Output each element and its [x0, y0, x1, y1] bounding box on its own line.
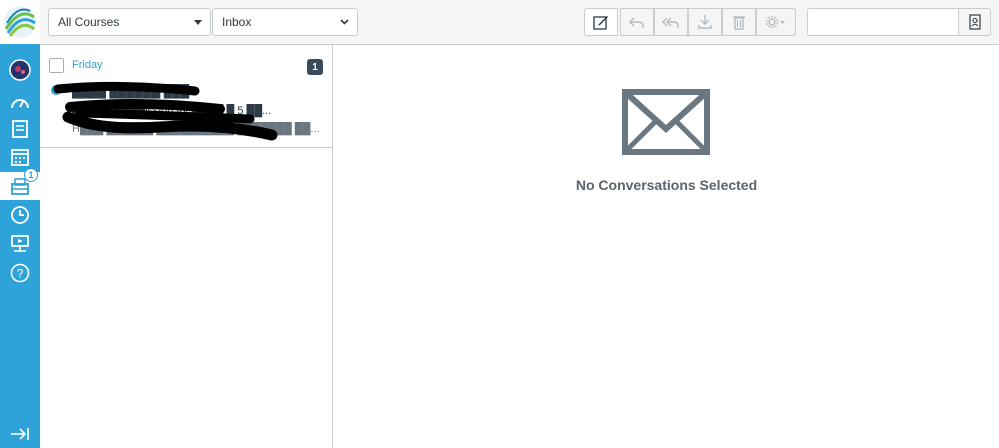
compose-button[interactable]	[584, 8, 618, 36]
history-icon[interactable]	[0, 201, 40, 229]
archive-button[interactable]	[688, 8, 722, 36]
help-icon[interactable]: ?	[0, 259, 40, 287]
inbox-toolbar: All Courses Inbox	[40, 0, 999, 45]
compose-icon	[593, 16, 608, 30]
dashboard-icon[interactable]	[0, 88, 40, 116]
conversation-item[interactable]: Friday 1 ████ ██████ ███ █████ ████issio…	[40, 45, 332, 148]
reply-button[interactable]	[620, 8, 654, 36]
select-conversation-checkbox[interactable]	[49, 58, 64, 73]
commons-icon[interactable]	[0, 230, 40, 258]
search-input[interactable]	[807, 8, 958, 36]
conversation-participants: ████ ██████ ███	[72, 84, 190, 98]
settings-icon	[765, 15, 785, 29]
delete-icon	[733, 16, 745, 30]
caret-down-icon	[194, 9, 202, 35]
conversation-date: Friday	[72, 59, 103, 71]
reply-all-button[interactable]	[654, 8, 688, 36]
address-book-button[interactable]	[958, 8, 991, 36]
conversation-list: Friday 1 ████ ██████ ███ █████ ████issio…	[40, 45, 333, 448]
empty-state-title: No Conversations Selected	[575, 177, 758, 193]
unread-indicator[interactable]	[51, 85, 61, 95]
calendar-icon[interactable]	[0, 143, 40, 171]
conversation-subject: █████ ████ission for ████ █ 5 ██...	[72, 105, 272, 117]
address-book-icon	[968, 14, 981, 30]
message-detail-pane: No Conversations Selected	[334, 45, 999, 448]
reply-all-icon	[662, 17, 679, 28]
inbox-unread-badge: 1	[24, 168, 38, 182]
inbox-icon[interactable]: 1	[0, 168, 40, 200]
course-filter-value: All Courses	[58, 15, 120, 29]
conversation-preview: H███ ██████ ██████████ ███████ ██...	[72, 123, 320, 135]
svg-text:?: ?	[17, 267, 24, 281]
mailbox-select[interactable]: Inbox	[212, 8, 358, 36]
institution-logo[interactable]	[0, 0, 40, 44]
reply-icon	[629, 17, 644, 28]
delete-button[interactable]	[722, 8, 756, 36]
global-nav: 1 ?	[0, 0, 40, 448]
collapse-nav-icon[interactable]	[0, 420, 40, 448]
courses-icon[interactable]	[0, 115, 40, 143]
message-count-badge: 1	[307, 59, 323, 75]
account-avatar[interactable]	[0, 56, 40, 84]
course-filter-select[interactable]: All Courses	[48, 8, 211, 36]
envelope-icon	[622, 89, 710, 155]
mailbox-value: Inbox	[222, 15, 252, 29]
chevron-down-icon	[340, 9, 349, 35]
settings-menu-button[interactable]	[756, 8, 796, 36]
archive-icon	[698, 15, 712, 29]
